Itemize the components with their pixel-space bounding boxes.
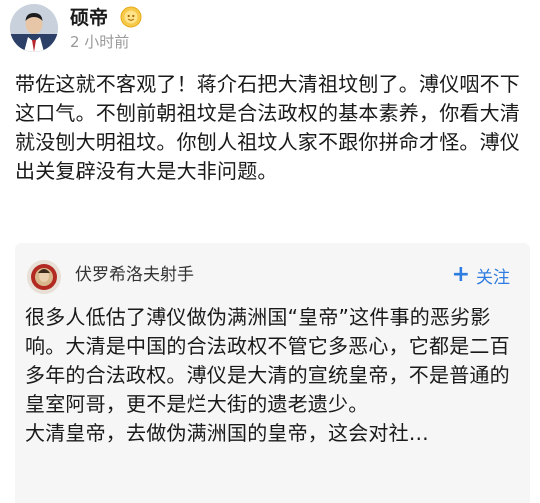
follow-button[interactable]: + 关注 — [452, 261, 510, 289]
follow-label: 关注 — [476, 267, 510, 288]
quoted-author-name[interactable]: 伏罗希洛夫射手 — [75, 263, 194, 287]
quoted-author-avatar[interactable] — [27, 260, 61, 294]
post-time: 2 小时前 — [70, 33, 130, 51]
post-header: 硕帝 2 小时前 — [10, 4, 530, 56]
quoted-post-text: 很多人低估了溥仪做伪满洲国“皇帝”这件事的恶劣影响。大清是中国的合法政权不管它多… — [25, 303, 520, 448]
author-name[interactable]: 硕帝 — [70, 6, 108, 30]
author-avatar[interactable] — [10, 4, 58, 52]
quoted-text-paragraph-2: 大清皇帝，去做伪满洲国的皇帝，这会对社… — [25, 421, 429, 445]
quoted-post-card[interactable]: 伏罗希洛夫射手 + 关注 很多人低估了溥仪做伪满洲国“皇帝”这件事的恶劣影响。大… — [15, 243, 530, 503]
plus-icon: + — [451, 262, 470, 287]
gold-badge-icon — [120, 6, 142, 28]
weibo-post-page: 硕帝 2 小时前 带佐这就不客观了！蒋介石把大清祖坟刨了。溥仪咽不下这口气。不刨… — [0, 0, 540, 503]
quoted-text-paragraph-1: 很多人低估了溥仪做伪满洲国“皇帝”这件事的恶劣影响。大清是中国的合法政权不管它多… — [25, 305, 510, 416]
post-body-text: 带佐这就不客观了！蒋介石把大清祖坟刨了。溥仪咽不下这口气。不刨前朝祖坟是合法政权… — [15, 72, 520, 183]
